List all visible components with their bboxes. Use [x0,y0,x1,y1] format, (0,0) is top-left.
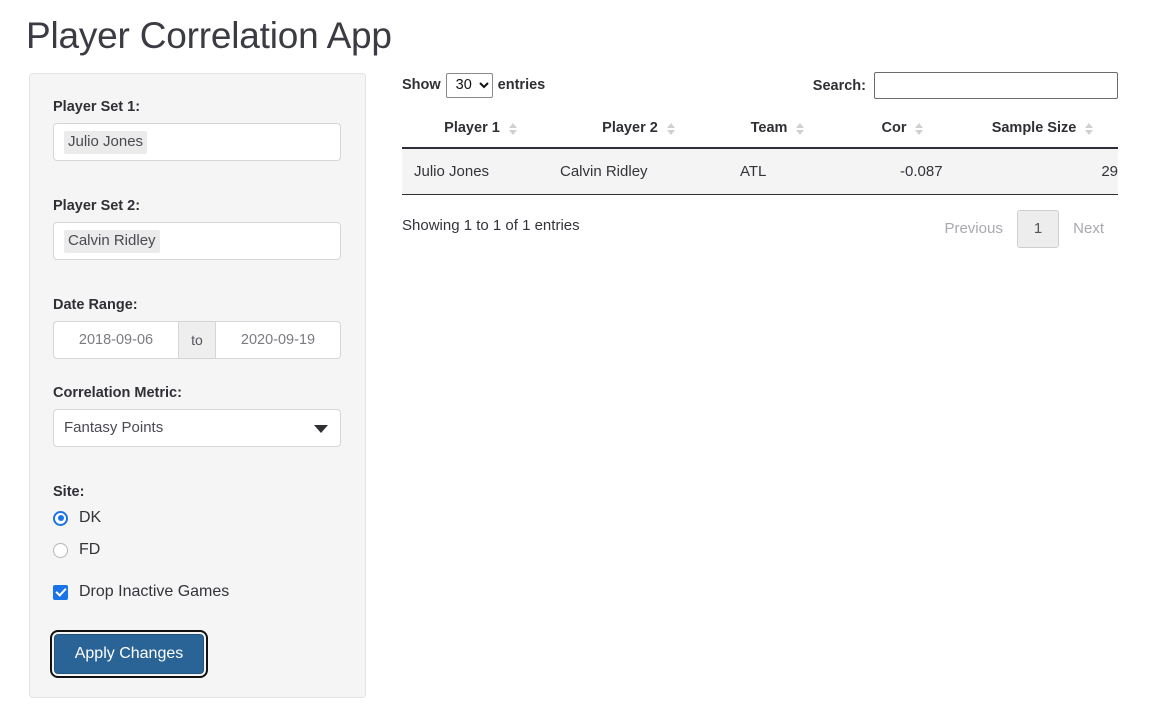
radio-unchecked-icon [53,542,68,558]
sort-both-icon [666,123,676,135]
table-info: Showing 1 to 1 of 1 entries [402,217,580,234]
correlation-metric-label: Correlation Metric: [53,385,182,401]
column-header-team-label: Team [750,120,788,136]
column-header-player-2[interactable]: Player 2 [560,120,718,149]
player-set-1-label: Player Set 1: [53,99,141,115]
date-range-label: Date Range: [53,297,138,313]
date-end-input[interactable]: 2020-09-19 [216,321,341,359]
cell-cor: -0.087 [838,148,968,195]
correlation-metric-select[interactable]: Fantasy Points [53,409,341,447]
page-title: Player Correlation App [26,15,392,56]
correlation-metric-value: Fantasy Points [64,419,164,436]
table-row[interactable]: Julio Jones Calvin Ridley ATL -0.087 29 [402,148,1118,195]
search-input[interactable] [874,72,1118,99]
cell-player-1: Julio Jones [402,148,560,195]
results-panel: Show 30 entries Search: Player 1 Player … [402,70,1118,252]
radio-site-dk[interactable]: DK [53,505,229,531]
sort-both-icon [508,123,518,135]
column-header-player-2-label: Player 2 [602,120,658,136]
entries-label: entries [497,77,546,93]
results-table-head: Player 1 Player 2 Team Cor Sample Size [402,120,1118,149]
sidebar-panel: Player Set 1: Julio Jones Player Set 2: … [29,73,366,698]
column-header-cor-label: Cor [881,120,907,136]
player-set-1-value: Julio Jones [64,130,148,154]
player-set-1-group: Player Set 1: Julio Jones [53,99,341,161]
radio-site-dk-label: DK [79,509,102,526]
column-header-player-1[interactable]: Player 1 [402,120,560,149]
apply-changes-button[interactable]: Apply Changes [50,630,208,678]
results-table-body: Julio Jones Calvin Ridley ATL -0.087 29 [402,148,1118,195]
radio-site-fd[interactable]: FD [53,537,229,563]
site-group: Site: DK FD Drop Inactive Games [53,484,229,611]
date-range-separator: to [178,321,216,359]
checkbox-checked-icon [53,584,68,600]
player-set-2-group: Player Set 2: Calvin Ridley [53,198,341,260]
cell-team: ATL [718,148,838,195]
column-header-team[interactable]: Team [718,120,838,149]
pagination: Previous 1 Next [930,210,1118,248]
cell-sample-size: 29 [968,148,1118,195]
sort-both-icon [796,123,805,135]
checkbox-drop-inactive-games[interactable]: Drop Inactive Games [53,579,229,605]
entries-length-control: Show 30 entries [402,70,545,100]
date-range-control: 2018-09-06 to 2020-09-19 [53,321,341,359]
site-label: Site: [53,484,85,500]
sort-both-icon [915,123,924,135]
search-control: Search: [813,72,1118,99]
table-footer: Showing 1 to 1 of 1 entries Previous 1 N… [402,210,1118,252]
checkbox-drop-inactive-games-label: Drop Inactive Games [79,583,230,600]
show-label: Show [402,77,441,93]
search-label: Search: [812,77,866,94]
correlation-metric-group: Correlation Metric: Fantasy Points [53,385,341,447]
sort-both-icon [1085,123,1094,135]
chevron-down-icon [314,425,328,433]
player-set-2-input[interactable]: Calvin Ridley [53,222,341,260]
entries-length-select[interactable]: 30 [445,72,493,98]
column-header-sample-size-label: Sample Size [991,120,1077,136]
column-header-cor[interactable]: Cor [838,120,968,149]
results-table: Player 1 Player 2 Team Cor Sample Size J… [402,120,1118,195]
radio-site-fd-label: FD [79,541,101,558]
player-set-1-input[interactable]: Julio Jones [53,123,341,161]
player-set-2-label: Player Set 2: [53,198,141,214]
date-range-group: Date Range: 2018-09-06 to 2020-09-19 [53,297,341,359]
player-set-2-value: Calvin Ridley [64,229,160,253]
table-controls: Show 30 entries Search: [402,70,1118,104]
pagination-previous-button[interactable]: Previous [930,210,1016,248]
column-header-sample-size[interactable]: Sample Size [968,120,1118,149]
pagination-next-button[interactable]: Next [1059,210,1118,248]
cell-player-2: Calvin Ridley [560,148,718,195]
radio-checked-icon [53,510,68,526]
column-header-player-1-label: Player 1 [444,120,500,136]
date-start-input[interactable]: 2018-09-06 [53,321,178,359]
pagination-page-1-button[interactable]: 1 [1016,210,1060,248]
results-table-header-row: Player 1 Player 2 Team Cor Sample Size [402,120,1118,149]
